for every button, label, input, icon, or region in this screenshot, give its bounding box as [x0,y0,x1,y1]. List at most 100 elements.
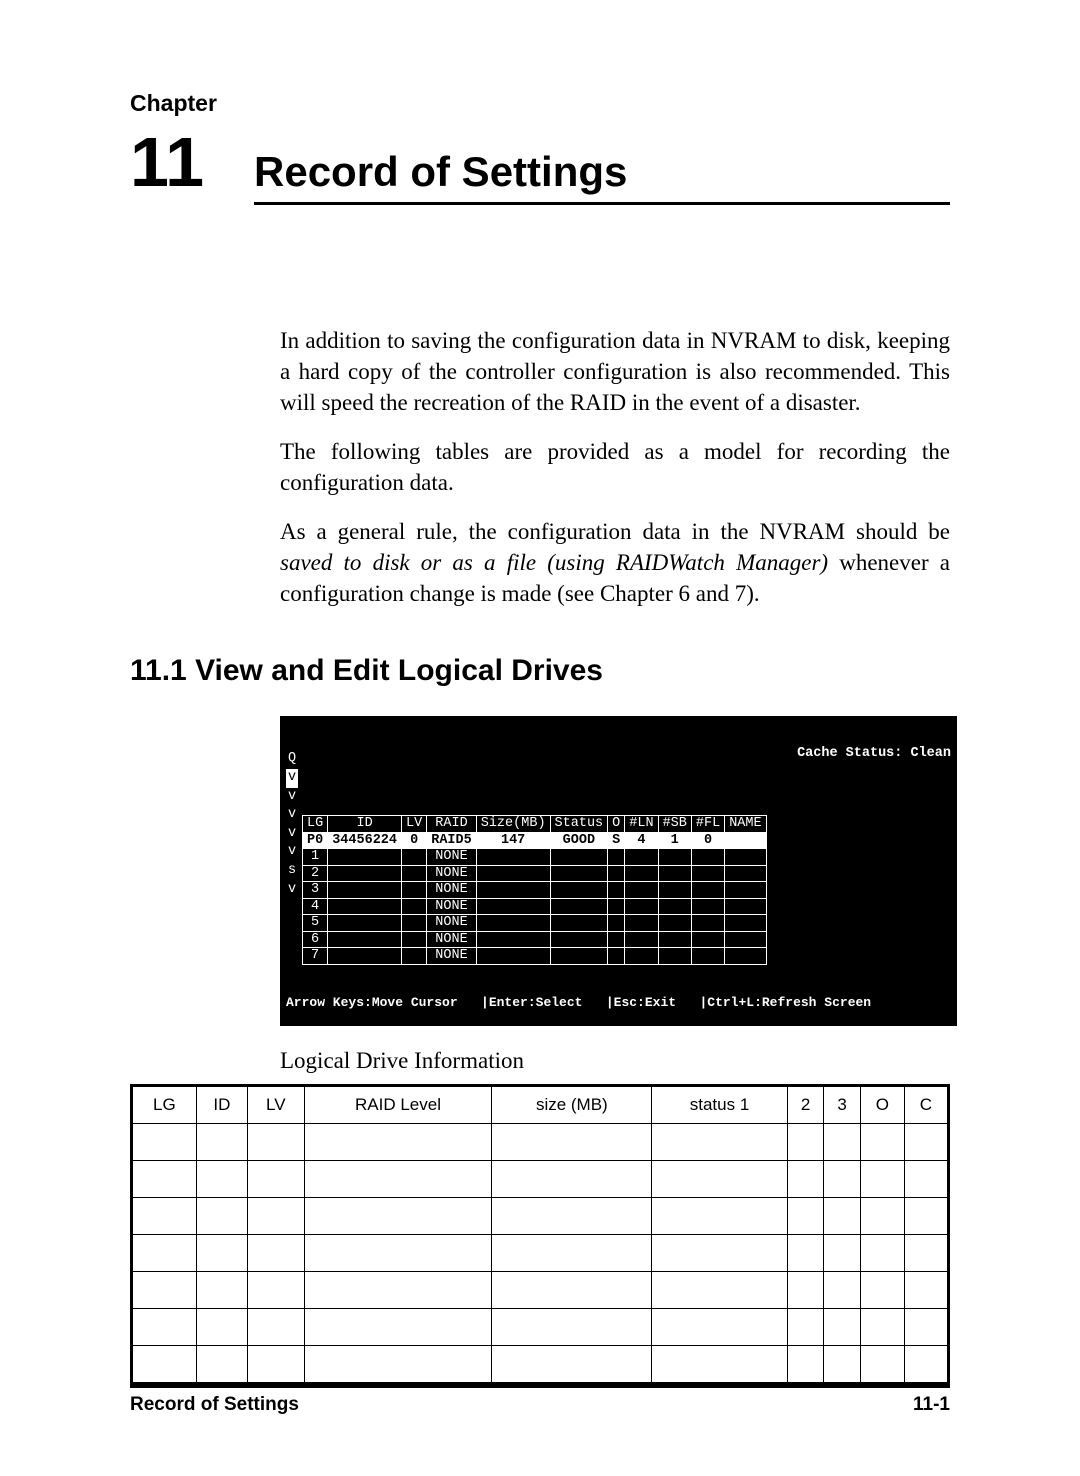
terminal-cell [476,915,550,932]
record-row [132,1198,949,1235]
terminal-side-letter: s [286,862,298,881]
terminal-cell [550,865,608,882]
record-cell [652,1235,788,1272]
terminal-col-header: #FL [691,816,724,833]
record-cell [132,1272,197,1309]
terminal-cell [625,931,658,948]
terminal-cell [691,882,724,899]
terminal-col-header: RAID [427,816,477,833]
record-table: LGIDLVRAID Levelsize (MB)status 123OC [130,1084,950,1385]
terminal-cell: 6 [303,931,328,948]
terminal-cell [402,948,427,965]
terminal-cell [476,898,550,915]
record-cell [132,1235,197,1272]
record-cell [196,1235,247,1272]
terminal-cell [625,865,658,882]
terminal-cell [691,931,724,948]
terminal-col-header: #LN [625,816,658,833]
record-cell [904,1124,948,1161]
record-cell [248,1346,304,1384]
paragraph-3-italic: saved to disk or as a file (using RAIDWa… [280,550,828,575]
paragraph-2: The following tables are provided as a m… [280,436,950,498]
terminal-cell: 5 [303,915,328,932]
record-cell [652,1346,788,1384]
terminal-cell [725,865,766,882]
record-cell [860,1198,904,1235]
terminal-cell [625,948,658,965]
terminal-cell [725,849,766,866]
record-cell [304,1346,492,1384]
record-cell [904,1346,948,1384]
terminal-cell [328,948,402,965]
record-cell [248,1198,304,1235]
terminal-cell [550,882,608,899]
terminal-side-letter: v [286,881,298,900]
terminal-cell: NONE [427,865,477,882]
terminal-side-letter: v [286,825,298,844]
record-cell [904,1161,948,1198]
terminal-cell [608,865,625,882]
terminal-cell: 7 [303,948,328,965]
terminal-row: 2NONE [303,865,767,882]
terminal-cell [691,915,724,932]
record-cell [904,1309,948,1346]
record-cell [248,1235,304,1272]
terminal-cell: 0 [691,832,724,849]
record-cell [492,1346,652,1384]
record-col-header: 2 [787,1086,824,1124]
record-cell [652,1124,788,1161]
record-cell [492,1198,652,1235]
terminal-side-letter: v [286,788,298,807]
record-cell [860,1309,904,1346]
record-cell [248,1272,304,1309]
terminal-row: 3NONE [303,882,767,899]
record-cell [304,1124,492,1161]
terminal-cell: 4 [303,898,328,915]
terminal-cell [402,931,427,948]
record-cell [787,1309,824,1346]
record-cell [248,1309,304,1346]
record-cell [196,1198,247,1235]
terminal-cell: NONE [427,898,477,915]
record-row [132,1235,949,1272]
terminal-cell: 34456224 [328,832,402,849]
terminal-cell: 1 [658,832,691,849]
terminal-cell [402,882,427,899]
section-heading: 11.1 View and Edit Logical Drives [130,654,950,688]
record-cell [904,1198,948,1235]
record-cell [492,1309,652,1346]
terminal-col-header: ID [328,816,402,833]
record-cell [824,1235,861,1272]
terminal-cell [476,948,550,965]
terminal-col-header: LV [402,816,427,833]
terminal-cell [658,915,691,932]
terminal-side-column: Qvvvvvsv [286,750,298,899]
terminal-side-letter: Q [286,750,298,769]
terminal-side-letter: v [286,806,298,825]
record-cell [787,1272,824,1309]
record-cell [824,1272,861,1309]
terminal-cell [725,948,766,965]
terminal-cell [328,865,402,882]
terminal-cell [476,931,550,948]
terminal-cell [725,832,766,849]
record-col-header: C [904,1086,948,1124]
terminal-col-header: #SB [658,816,691,833]
footer-right: 11-1 [913,1394,950,1416]
terminal-cell [476,865,550,882]
record-cell [824,1198,861,1235]
record-col-header: 3 [824,1086,861,1124]
terminal-cell: 3 [303,882,328,899]
terminal-cell [328,882,402,899]
terminal-cell [550,849,608,866]
cache-status: Cache Status: Clean [286,747,951,761]
chapter-label: Chapter [130,90,950,117]
terminal-cell [476,882,550,899]
chapter-number: 11 [130,127,204,197]
terminal-cell [402,915,427,932]
paragraph-3: As a general rule, the configuration dat… [280,516,950,609]
record-cell [652,1309,788,1346]
terminal-cell: 4 [625,832,658,849]
record-row [132,1346,949,1384]
terminal-side-letter: v [286,843,298,862]
